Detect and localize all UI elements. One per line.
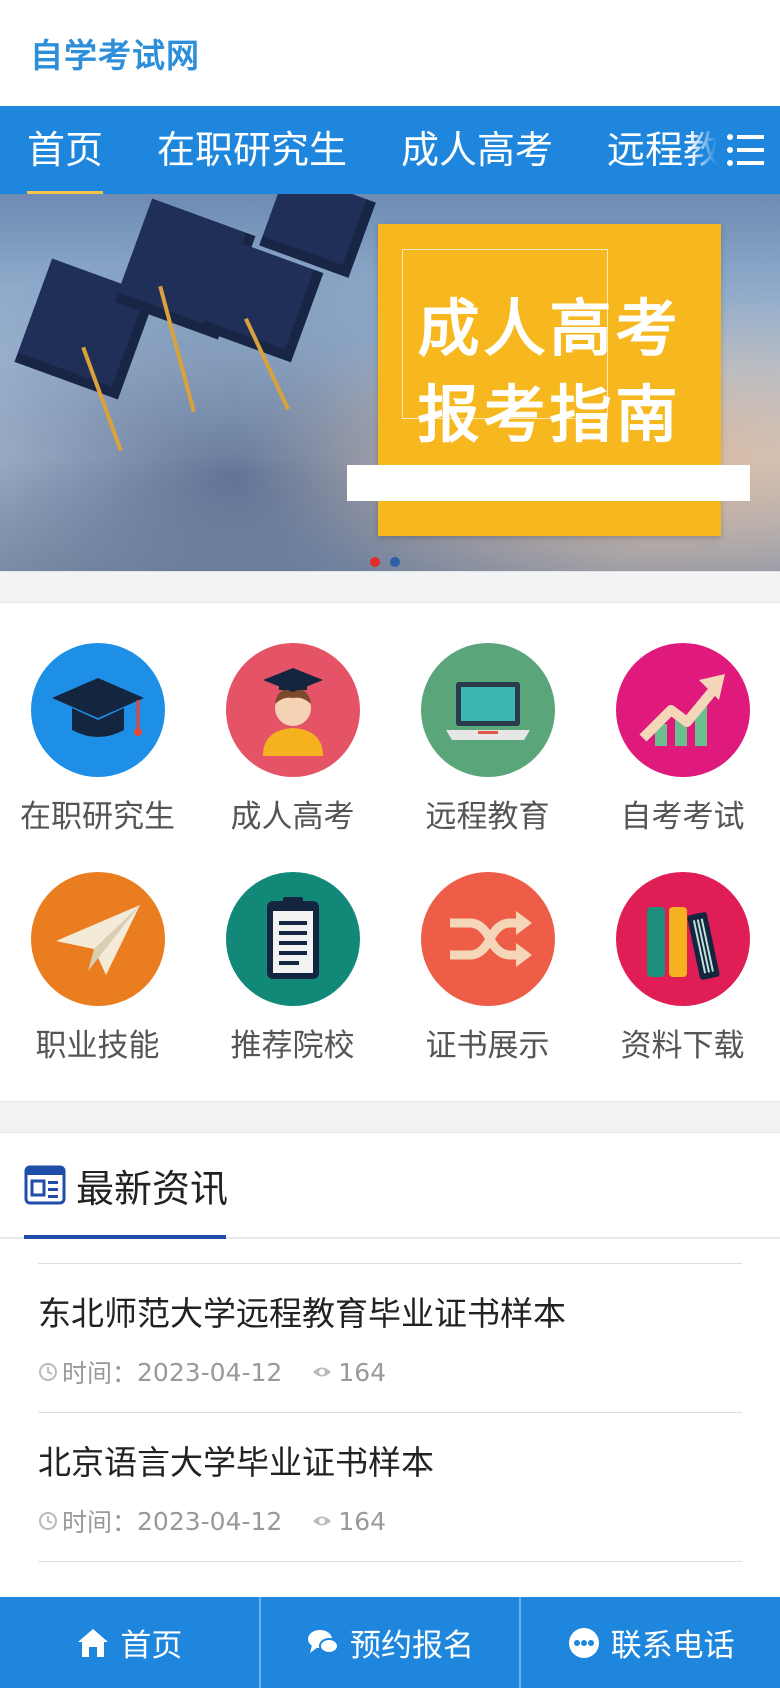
paper-plane-icon (55, 905, 140, 975)
news-item[interactable]: 东北师范大学远程教育毕业证书样本 时间： 2023-04-12 164 (38, 1263, 742, 1412)
banner-title-line2: 报考指南 (417, 378, 682, 451)
category-downloads[interactable]: 资料下载 (585, 872, 780, 1096)
news-heading-underline (24, 1235, 226, 1239)
category-distance-ed[interactable]: 远程教育 (390, 643, 585, 867)
bottom-bar: 首页 预约报名 联系电话 (0, 1597, 780, 1688)
news-view-count: 164 (338, 1506, 387, 1536)
bottom-signup-label: 预约报名 (350, 1628, 474, 1664)
news-time-label: 时间： (62, 1359, 138, 1388)
section-divider (0, 1101, 780, 1133)
category-certificates[interactable]: 证书展示 (390, 872, 585, 1096)
category-icon-circle (225, 643, 360, 777)
news-list: 东北师范大学远程教育毕业证书样本 时间： 2023-04-12 164 北京语言… (0, 1239, 780, 1601)
news-icon (24, 1165, 66, 1205)
site-logo[interactable]: 自学考试网 (30, 29, 200, 77)
bottom-phone-button[interactable]: 联系电话 (521, 1597, 780, 1688)
home-icon (78, 1628, 109, 1657)
category-icon-circle (615, 872, 750, 1006)
category-label: 在职研究生 (20, 799, 175, 835)
carousel-dot[interactable] (390, 557, 400, 567)
category-adult-exam[interactable]: 成人高考 (195, 643, 390, 867)
shuffle-icon (449, 911, 532, 967)
category-schools[interactable]: 推荐院校 (195, 872, 390, 1096)
news-views: 164 (310, 1507, 386, 1536)
nav-item-adult-exam[interactable]: 成人高考 (374, 106, 580, 194)
news-header: 最新资讯 (0, 1133, 780, 1239)
bottom-phone-label: 联系电话 (610, 1628, 735, 1664)
category-self-exam[interactable]: 自考考试 (585, 643, 780, 867)
clock-icon (39, 1363, 57, 1381)
category-icon-circle (30, 872, 165, 1006)
news-time-label: 时间： (62, 1508, 138, 1537)
clock-icon (39, 1512, 57, 1530)
bottom-home-label: 首页 (120, 1628, 183, 1664)
growth-chart-icon (638, 674, 725, 746)
banner-title: 成人高考 报考指南 (388, 286, 711, 458)
header: 自学考试网 (0, 0, 780, 106)
news-meta: 时间： 2023-04-12 164 (38, 1503, 742, 1539)
category-icon-circle (615, 643, 750, 777)
nav-item-graduate[interactable]: 在职研究生 (130, 106, 374, 194)
graduation-cap-icon (51, 678, 144, 737)
graduate-person-icon (262, 668, 323, 756)
news-item-partial[interactable] (38, 1561, 742, 1601)
nav-menu-button[interactable] (690, 106, 780, 194)
category-graduate[interactable]: 在职研究生 (0, 643, 195, 867)
news-date: 2023-04-12 (137, 1506, 283, 1536)
news-heading: 最新资讯 (76, 1166, 229, 1211)
news-views: 164 (310, 1358, 386, 1387)
carousel-dots (370, 557, 400, 567)
chat-icon (308, 1629, 339, 1654)
top-nav: 首页 在职研究生 成人高考 远程教育 (0, 106, 780, 194)
category-label: 证书展示 (425, 1028, 550, 1064)
clipboard-icon (266, 897, 319, 979)
bottom-home-button[interactable]: 首页 (0, 1597, 261, 1688)
category-grid: 在职研究生 成人高考 远程教育 自考考试 职业技能 推荐院校 证书展示 资料下载 (0, 603, 780, 1101)
category-vocational[interactable]: 职业技能 (0, 872, 195, 1096)
list-icon (727, 134, 764, 166)
category-label: 自考考试 (620, 799, 745, 835)
news-meta: 时间： 2023-04-12 164 (38, 1354, 742, 1390)
category-icon-circle (225, 872, 360, 1006)
nav-item-home[interactable]: 首页 (0, 106, 130, 194)
bottom-signup-button[interactable]: 预约报名 (261, 1597, 522, 1688)
news-item[interactable]: 北京语言大学毕业证书样本 时间： 2023-04-12 164 (38, 1412, 742, 1561)
eye-icon (313, 1516, 332, 1526)
category-label: 远程教育 (425, 799, 550, 835)
category-label: 职业技能 (35, 1028, 160, 1064)
carousel-dot[interactable] (370, 557, 380, 567)
category-label: 成人高考 (230, 799, 355, 835)
news-title[interactable]: 北京语言大学毕业证书样本 (38, 1439, 742, 1487)
category-label: 资料下载 (620, 1028, 745, 1064)
section-divider (0, 571, 780, 603)
category-icon-circle (30, 643, 165, 777)
more-chat-icon (568, 1627, 599, 1658)
books-icon (646, 907, 720, 980)
category-icon-circle (420, 872, 555, 1006)
banner-carousel[interactable]: 成人高考 报考指南 (0, 194, 780, 571)
news-date: 2023-04-12 (137, 1357, 283, 1387)
news-title[interactable]: 东北师范大学远程教育毕业证书样本 (38, 1290, 742, 1338)
banner-title-line1: 成人高考 (417, 292, 682, 365)
laptop-icon (445, 682, 530, 740)
news-view-count: 164 (338, 1357, 387, 1387)
banner-white-strip (347, 465, 750, 501)
category-icon-circle (420, 643, 555, 777)
category-label: 推荐院校 (230, 1028, 355, 1064)
eye-icon (313, 1367, 332, 1377)
